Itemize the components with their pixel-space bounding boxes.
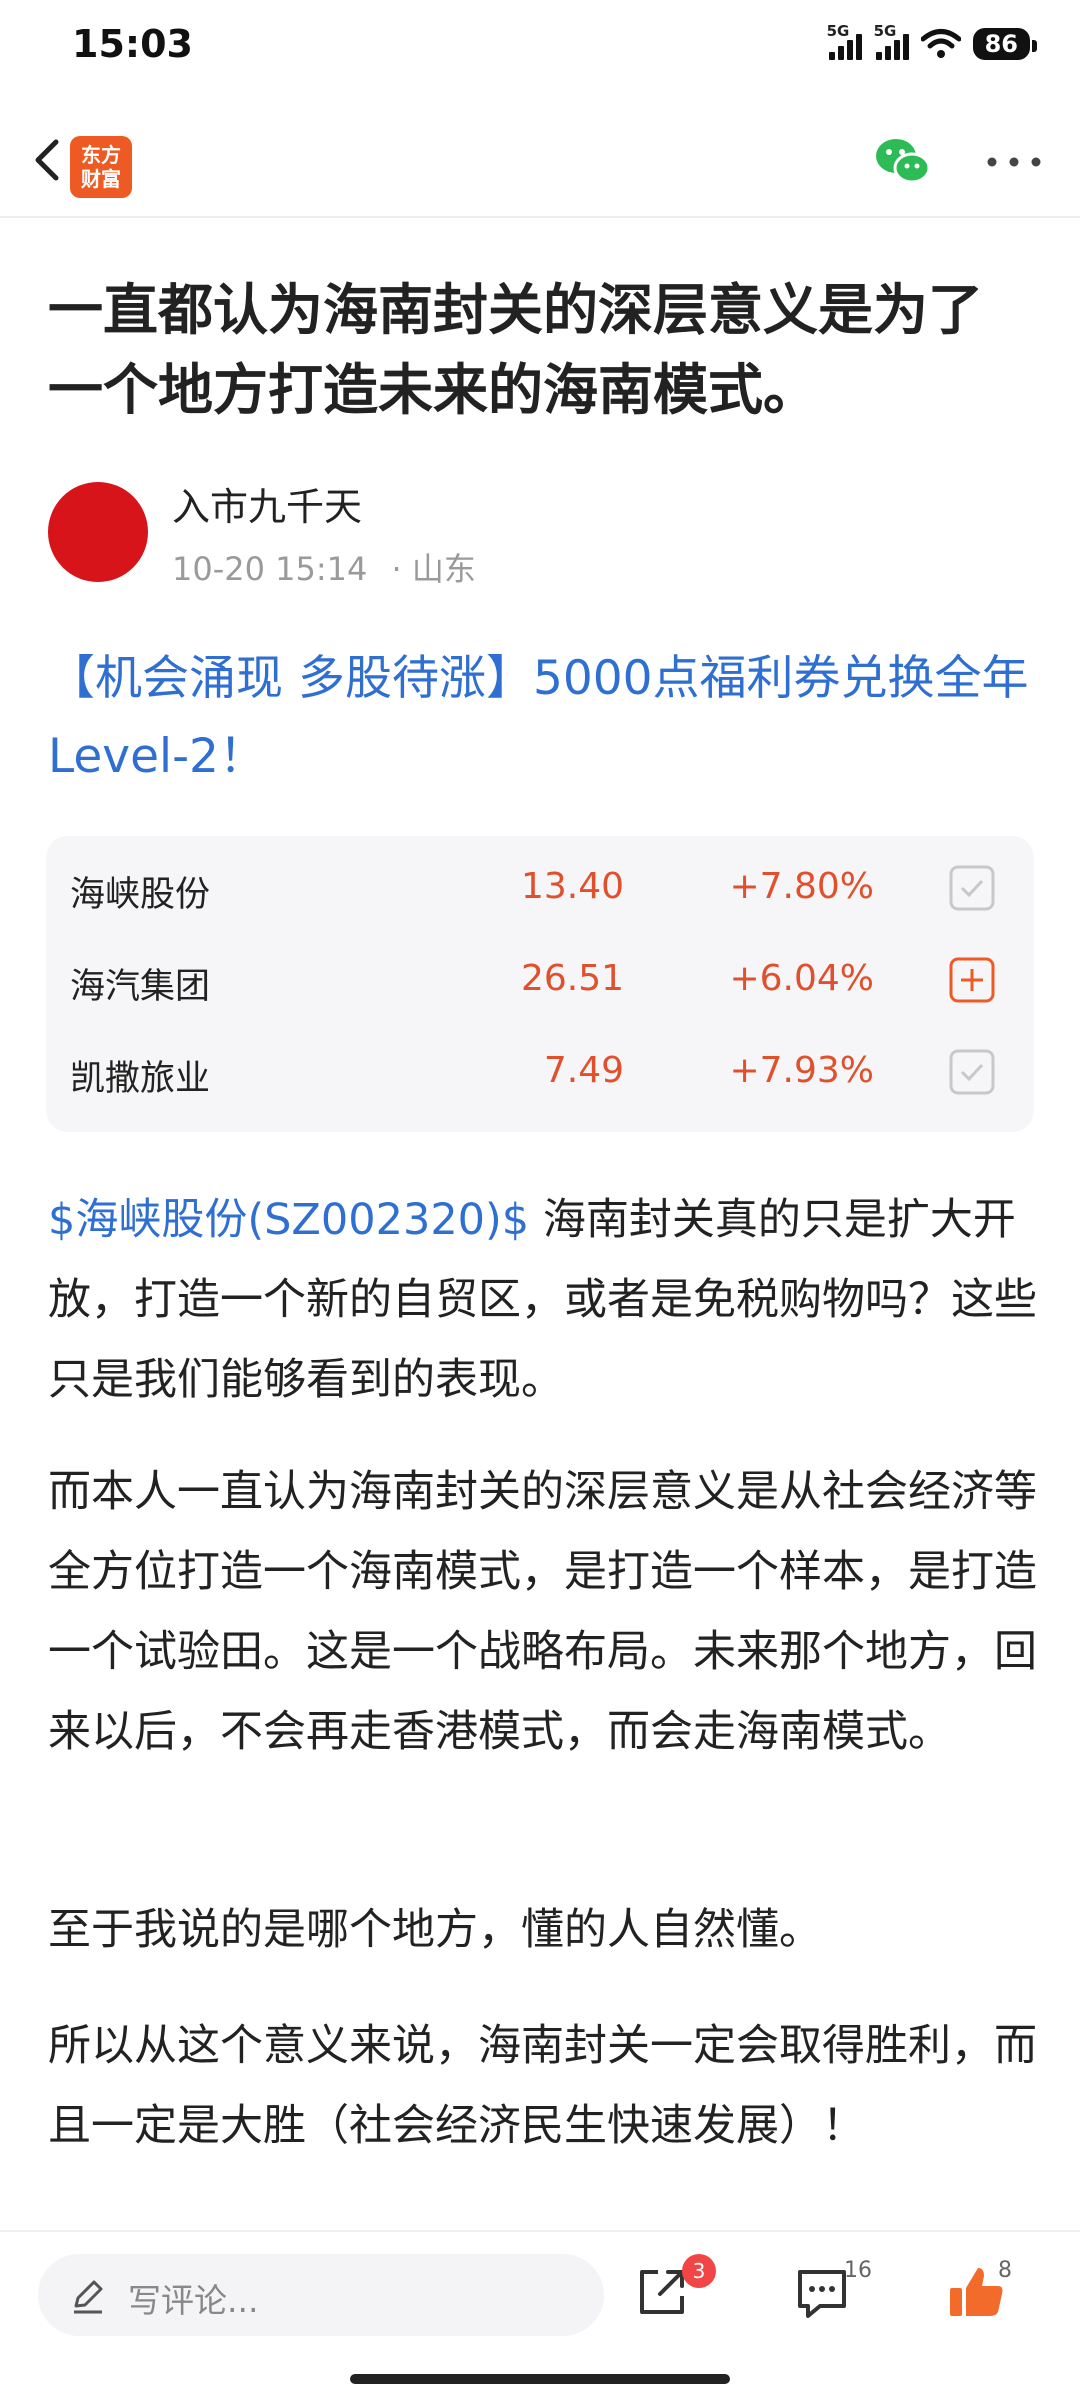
signal-label: 5G bbox=[873, 22, 897, 40]
promo-link[interactable]: 【机会涌现 多股待涨】5000点福利券兑换全年Level-2！ bbox=[48, 640, 1032, 796]
paragraph: 而本人一直认为海南封关的深层意义是从社会经济等全方位打造一个海南模式，是打造一个… bbox=[48, 1467, 1037, 1757]
author-name[interactable]: 入市九千天 bbox=[172, 476, 362, 531]
bottom-bar: 写评论... 3 16 8 bbox=[0, 2230, 1080, 2402]
stock-name: 海峡股份 bbox=[70, 875, 211, 915]
comment-placeholder: 写评论... bbox=[128, 2281, 259, 2320]
comment-input[interactable]: 写评论... bbox=[38, 2254, 604, 2336]
paragraph: $海峡股份(SZ002320)$ 海南封关真的只是扩大开放，打造一个新的自贸区，… bbox=[48, 1180, 1038, 1420]
stock-change: +7.93% bbox=[729, 1050, 874, 1091]
article-title: 一直都认为海南封关的深层意义是为了一个地方打造未来的海南模式。 bbox=[48, 278, 984, 422]
stock-row[interactable]: 海汽集团 26.51 +6.04% bbox=[46, 936, 1034, 1026]
app-logo[interactable]: 东方 财富 bbox=[70, 136, 132, 198]
stock-price: 26.51 bbox=[520, 958, 624, 999]
signal-icon: 5G bbox=[827, 22, 862, 60]
stock-name: 凯撒旅业 bbox=[70, 1059, 211, 1099]
status-time: 15:03 bbox=[72, 22, 193, 66]
stock-row[interactable]: 海峡股份 13.40 +7.80% bbox=[46, 844, 1034, 934]
like-count: 8 bbox=[998, 2258, 1012, 2283]
add-icon[interactable] bbox=[948, 956, 996, 1004]
status-icons: 5G 5G 86 bbox=[827, 22, 1038, 64]
stock-card: 海峡股份 13.40 +7.80% 海汽集团 26.51 +6.04% 凯撒旅业… bbox=[46, 836, 1034, 1132]
wifi-icon bbox=[920, 29, 961, 58]
stock-price: 13.40 bbox=[520, 866, 624, 907]
stock-price: 7.49 bbox=[543, 1050, 624, 1091]
post-date: 10-20 15:14 bbox=[172, 550, 368, 588]
wechat-icon[interactable] bbox=[872, 130, 934, 192]
stock-change: +7.80% bbox=[729, 866, 874, 907]
post-location: · 山东 bbox=[391, 550, 476, 588]
signal-label: 5G bbox=[826, 22, 850, 40]
stock-name: 海汽集团 bbox=[70, 967, 211, 1007]
avatar[interactable] bbox=[48, 482, 148, 582]
stock-tag-link[interactable]: $海峡股份(SZ002320)$ bbox=[48, 1195, 529, 1245]
post-meta: 10-20 15:14 · 山东 bbox=[172, 544, 476, 590]
comment-count: 16 bbox=[844, 2258, 872, 2283]
status-bar: 15:03 5G 5G 86 bbox=[0, 0, 1080, 92]
share-badge: 3 bbox=[682, 2254, 716, 2288]
logo-text-bottom: 财富 bbox=[81, 167, 121, 191]
checked-icon[interactable] bbox=[948, 864, 996, 912]
pen-icon bbox=[74, 2280, 103, 2314]
more-icon[interactable] bbox=[984, 150, 1044, 174]
home-indicator[interactable] bbox=[350, 2374, 730, 2384]
checked-icon[interactable] bbox=[948, 1048, 996, 1096]
battery-icon: 86 bbox=[972, 28, 1038, 60]
logo-text-top: 东方 bbox=[81, 143, 121, 167]
stock-row[interactable]: 凯撒旅业 7.49 +7.93% bbox=[46, 1028, 1034, 1118]
paragraph: 所以从这个意义来说，海南封关一定会取得胜利，而且一定是大胜（社会经济民生快速发展… bbox=[48, 2021, 1037, 2151]
nav-bar: 东方 财富 bbox=[0, 110, 1080, 218]
paragraph: 至于我说的是哪个地方，懂的人自然懂。 bbox=[48, 1905, 822, 1955]
signal-icon: 5G bbox=[874, 22, 909, 60]
stock-change: +6.04% bbox=[729, 958, 874, 999]
